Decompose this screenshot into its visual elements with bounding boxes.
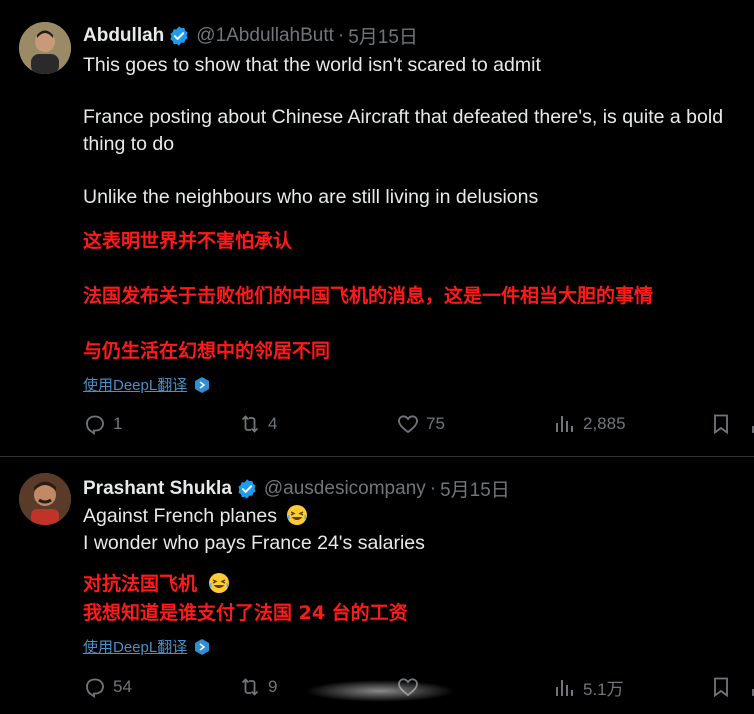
tweet-text: Against French planes <box>83 505 278 527</box>
views-icon <box>556 679 573 696</box>
bookmark-button[interactable] <box>709 675 739 699</box>
views-icon <box>556 416 573 432</box>
verified-badge-icon <box>170 25 188 46</box>
reply-button[interactable]: 54 <box>83 675 132 699</box>
tweet-text-line: Against French planes <box>83 503 308 529</box>
avatar[interactable] <box>19 473 71 525</box>
tweet-header: Prashant Shukla @ausdesicompany · 5月15日 <box>83 475 510 502</box>
tweet-abdullah[interactable]: Abdullah @1AbdullahButt · 5月15日 This goe… <box>0 0 754 457</box>
view-count: 2,885 <box>583 414 626 433</box>
share-button[interactable] <box>748 675 754 699</box>
tweet-text-line: Unlike the neighbours who are still livi… <box>83 186 539 208</box>
share-icon <box>752 689 754 696</box>
tweet-text-line: France posting about Chinese Aircraft th… <box>83 106 724 128</box>
handle[interactable]: @1AbdullahButt <box>196 25 334 47</box>
deepl-translate-label[interactable]: 使用DeepL翻译 <box>83 636 187 657</box>
retweet-icon <box>241 415 259 433</box>
display-name[interactable]: Prashant Shukla <box>83 478 232 500</box>
reply-count: 54 <box>113 677 132 696</box>
view-count: 5.1万 <box>583 680 624 699</box>
views-button[interactable]: 5.1万 <box>553 675 624 700</box>
retweet-count: 9 <box>268 677 278 696</box>
deepl-translate-link[interactable]: 使用DeepL翻译 <box>83 374 211 395</box>
watermark-blur <box>305 680 455 702</box>
separator-dot: · <box>337 24 345 46</box>
like-icon <box>398 415 418 434</box>
like-count: 75 <box>426 414 445 433</box>
verified-badge-icon <box>238 478 256 499</box>
separator-dot: · <box>429 477 437 499</box>
avatar[interactable] <box>19 22 71 74</box>
avatar-image <box>19 473 71 525</box>
timestamp[interactable]: 5月15日 <box>440 475 510 502</box>
tweet-text-line: This goes to show that the world isn't s… <box>83 54 541 76</box>
deepl-icon <box>195 638 210 655</box>
tweet-header: Abdullah @1AbdullahButt · 5月15日 <box>83 22 418 49</box>
bookmark-icon <box>714 414 728 435</box>
laughing-emoji-icon <box>208 573 229 593</box>
deepl-icon <box>195 376 210 393</box>
tweet-text-line: thing to do <box>83 133 175 155</box>
retweet-button[interactable]: 9 <box>238 675 277 699</box>
translation-text: 对抗法国飞机 <box>83 573 198 595</box>
views-button[interactable]: 2,885 <box>553 412 626 436</box>
translation-line: 对抗法国飞机 <box>83 569 230 596</box>
reply-icon <box>86 678 104 699</box>
translation-line: 与仍生活在幻想中的邻居不同 <box>83 340 331 362</box>
share-button[interactable] <box>748 412 754 436</box>
translation-line: 法国发布关于击败他们的中国飞机的消息，这是一件相当大胆的事情 <box>83 285 654 307</box>
avatar-image <box>19 22 71 74</box>
retweet-count: 4 <box>268 414 278 433</box>
display-name[interactable]: Abdullah <box>83 25 164 47</box>
reply-count: 1 <box>113 414 123 433</box>
retweet-button[interactable]: 4 <box>238 412 277 436</box>
tweet-actions: 1 4 75 2,885 <box>0 412 754 442</box>
translation-line: 我想知道是谁支付了法国 24 台的工资 <box>83 602 408 624</box>
tweet-text-line: I wonder who pays France 24's salaries <box>83 532 425 554</box>
retweet-icon <box>241 678 259 696</box>
reply-button[interactable]: 1 <box>83 412 122 436</box>
bookmark-button[interactable] <box>709 412 739 436</box>
tweet-prashant-shukla[interactable]: Prashant Shukla @ausdesicompany · 5月15日 … <box>0 457 754 714</box>
timestamp[interactable]: 5月15日 <box>348 22 418 49</box>
translation-line: 这表明世界并不害怕承认 <box>83 230 293 252</box>
share-icon <box>752 426 754 433</box>
bookmark-icon <box>714 677 728 698</box>
deepl-translate-link[interactable]: 使用DeepL翻译 <box>83 636 211 657</box>
handle[interactable]: @ausdesicompany <box>264 478 426 500</box>
deepl-translate-label[interactable]: 使用DeepL翻译 <box>83 374 187 395</box>
reply-icon <box>86 415 104 436</box>
laughing-emoji-icon <box>287 505 308 525</box>
like-button[interactable]: 75 <box>396 412 445 436</box>
